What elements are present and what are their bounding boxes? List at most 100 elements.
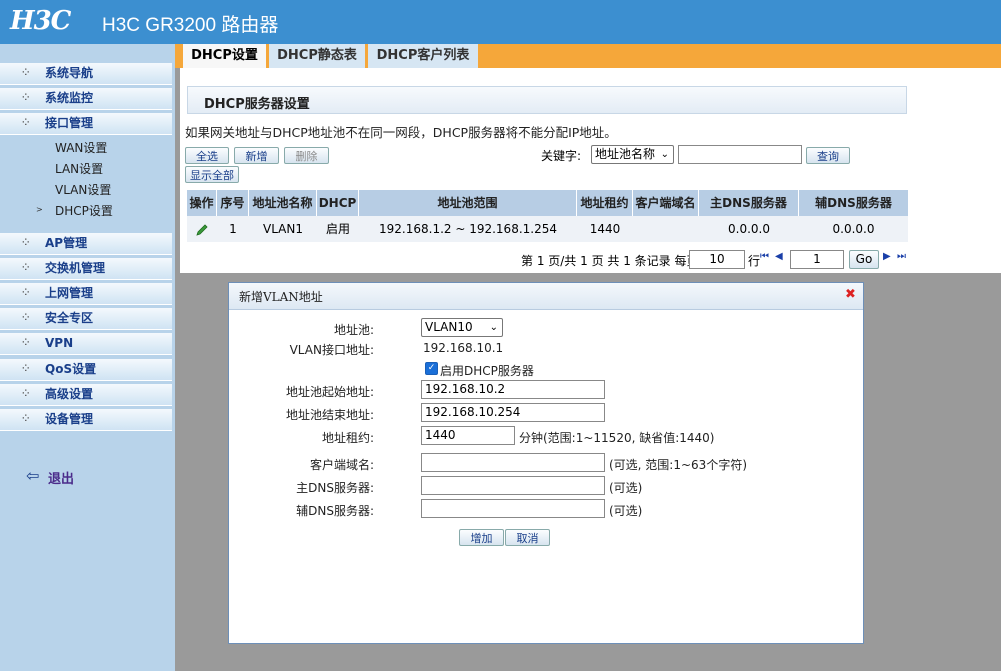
- prev-page-icon[interactable]: ◀: [775, 251, 783, 262]
- sidebar-subitem-lan[interactable]: LAN设置: [55, 160, 103, 177]
- show-all-button[interactable]: 显示全部: [185, 166, 239, 183]
- lease-hint: 分钟(范围:1~11520, 缺省值:1440): [519, 431, 715, 445]
- go-button[interactable]: Go: [849, 250, 879, 269]
- dialog-title: 新增VLAN地址: [239, 290, 323, 304]
- tab-dhcp-settings[interactable]: DHCP设置: [183, 44, 266, 68]
- row-dns1: 0.0.0.0: [699, 216, 799, 242]
- col-header-index: 序号: [217, 190, 249, 216]
- menu-bullet-icon: ⁘: [22, 389, 30, 399]
- start-address-input[interactable]: 192.168.10.2: [421, 380, 605, 399]
- dialog-header: [229, 283, 863, 310]
- search-input[interactable]: [678, 145, 802, 164]
- end-address-input[interactable]: 192.168.10.254: [421, 403, 605, 422]
- col-header-dhcp: DHCP: [317, 190, 359, 216]
- dialog-add-button[interactable]: 增加: [459, 529, 504, 546]
- per-page-input[interactable]: 10: [689, 250, 745, 269]
- dns2-label: 辅DNS服务器:: [296, 504, 374, 518]
- lease-input[interactable]: 1440: [421, 426, 515, 445]
- current-arrow-icon: >: [36, 205, 43, 214]
- last-page-icon[interactable]: ⏭: [897, 251, 906, 262]
- select-all-button[interactable]: 全选: [185, 147, 229, 164]
- row-domain: [633, 216, 699, 242]
- menu-bullet-icon: ⁘: [22, 364, 30, 374]
- dns1-label: 主DNS服务器:: [296, 481, 374, 495]
- sidebar-subitem-dhcp[interactable]: DHCP设置: [55, 202, 113, 219]
- enable-dhcp-label: 启用DHCP服务器: [440, 364, 534, 378]
- sidebar-item-label: 高级设置: [45, 387, 94, 401]
- sidebar-item-internet[interactable]: ⁘ 上网管理: [0, 283, 172, 305]
- sidebar-item-label: 上网管理: [45, 286, 94, 300]
- dns1-hint: (可选): [609, 481, 643, 495]
- brand-logo: H3C: [10, 6, 71, 36]
- menu-bullet-icon: ⁘: [22, 263, 30, 273]
- menu-expanded-icon: ⁘: [22, 118, 30, 128]
- col-header-lease: 地址租约: [577, 190, 633, 216]
- row-name: VLAN1: [249, 216, 317, 242]
- sidebar-subitem-vlan[interactable]: VLAN设置: [55, 181, 111, 198]
- sidebar-item-label: 系统监控: [45, 91, 94, 105]
- logout-link[interactable]: 退出: [48, 468, 74, 487]
- close-icon[interactable]: ✖: [845, 287, 856, 302]
- add-button[interactable]: 新增: [234, 147, 279, 164]
- sidebar-subitem-wan[interactable]: WAN设置: [55, 139, 107, 156]
- first-page-icon[interactable]: ⏮: [760, 251, 769, 262]
- col-header-domain: 客户端域名: [633, 190, 699, 216]
- menu-bullet-icon: ⁘: [22, 414, 30, 424]
- sidebar-item-label: 系统导航: [45, 66, 94, 80]
- dns2-hint: (可选): [609, 504, 643, 518]
- sidebar-item-security[interactable]: ⁘ 安全专区: [0, 308, 172, 330]
- sidebar-item-label: 安全专区: [45, 311, 94, 325]
- menu-bullet-icon: ⁘: [22, 68, 30, 78]
- pager-text: 第 1 页/共 1 页 共 1 条记录 每页: [521, 254, 699, 268]
- edit-icon[interactable]: [187, 216, 217, 242]
- enable-dhcp-checkbox[interactable]: ✓: [425, 362, 438, 375]
- menu-bullet-icon: ⁘: [22, 313, 30, 323]
- domain-hint: (可选, 范围:1~63个字符): [609, 458, 747, 472]
- sidebar-item-interface[interactable]: ⁘ 接口管理: [0, 113, 172, 135]
- sidebar-item-system-monitor[interactable]: ⁘ 系统监控: [0, 88, 172, 110]
- sidebar-item-label: 设备管理: [45, 412, 94, 426]
- next-page-icon[interactable]: ▶: [883, 251, 891, 262]
- dns1-input[interactable]: [421, 476, 605, 495]
- pool-select-value: VLAN10: [425, 320, 473, 334]
- menu-bullet-icon: ⁘: [22, 338, 30, 348]
- sidebar-item-system-nav[interactable]: ⁘ 系统导航: [0, 63, 172, 85]
- row-dhcp-status: 启用: [317, 216, 359, 242]
- pool-label: 地址池:: [333, 323, 374, 337]
- row-range: 192.168.1.2 ~ 192.168.1.254: [359, 216, 577, 242]
- menu-bullet-icon: ⁘: [22, 93, 30, 103]
- sidebar-item-switch[interactable]: ⁘ 交换机管理: [0, 258, 172, 280]
- search-button[interactable]: 查询: [806, 147, 850, 164]
- row-index: 1: [217, 216, 249, 242]
- end-label: 地址池结束地址:: [285, 408, 374, 422]
- page-input[interactable]: 1: [790, 250, 844, 269]
- notice-text: 如果网关地址与DHCP地址池不在同一网段，DHCP服务器将不能分配IP地址。: [185, 125, 617, 140]
- keyword-select[interactable]: 地址池名称 ⌄: [591, 145, 674, 164]
- sidebar-item-vpn[interactable]: ⁘ VPN: [0, 333, 172, 355]
- domain-label: 客户端域名:: [309, 458, 374, 472]
- keyword-label: 关键字:: [541, 149, 582, 163]
- menu-bullet-icon: ⁘: [22, 238, 30, 248]
- col-header-dns2: 辅DNS服务器: [799, 190, 908, 216]
- lease-label: 地址租约:: [321, 431, 374, 445]
- domain-input[interactable]: [421, 453, 605, 472]
- sidebar-item-ap[interactable]: ⁘ AP管理: [0, 233, 172, 255]
- row-lease: 1440: [577, 216, 633, 242]
- vlan-if-label: VLAN接口地址:: [289, 343, 374, 357]
- tab-dhcp-static[interactable]: DHCP静态表: [269, 44, 365, 68]
- app-header: H3C H3C GR3200 路由器: [0, 0, 1001, 44]
- tab-dhcp-clients[interactable]: DHCP客户列表: [368, 44, 478, 68]
- delete-button[interactable]: 删除: [284, 147, 329, 164]
- sidebar-item-qos[interactable]: ⁘ QoS设置: [0, 359, 172, 381]
- col-header-name: 地址池名称: [249, 190, 317, 216]
- start-label: 地址池起始地址:: [285, 385, 374, 399]
- chevron-down-icon: ⌄: [660, 149, 669, 160]
- logout-icon[interactable]: ⇦: [26, 466, 39, 485]
- col-header-dns1: 主DNS服务器: [699, 190, 799, 216]
- pool-select[interactable]: VLAN10 ⌄: [421, 318, 503, 337]
- chevron-down-icon: ⌄: [489, 322, 498, 333]
- sidebar-item-advanced[interactable]: ⁘ 高级设置: [0, 384, 172, 406]
- sidebar-item-device[interactable]: ⁘ 设备管理: [0, 409, 172, 431]
- dialog-cancel-button[interactable]: 取消: [505, 529, 550, 546]
- dns2-input[interactable]: [421, 499, 605, 518]
